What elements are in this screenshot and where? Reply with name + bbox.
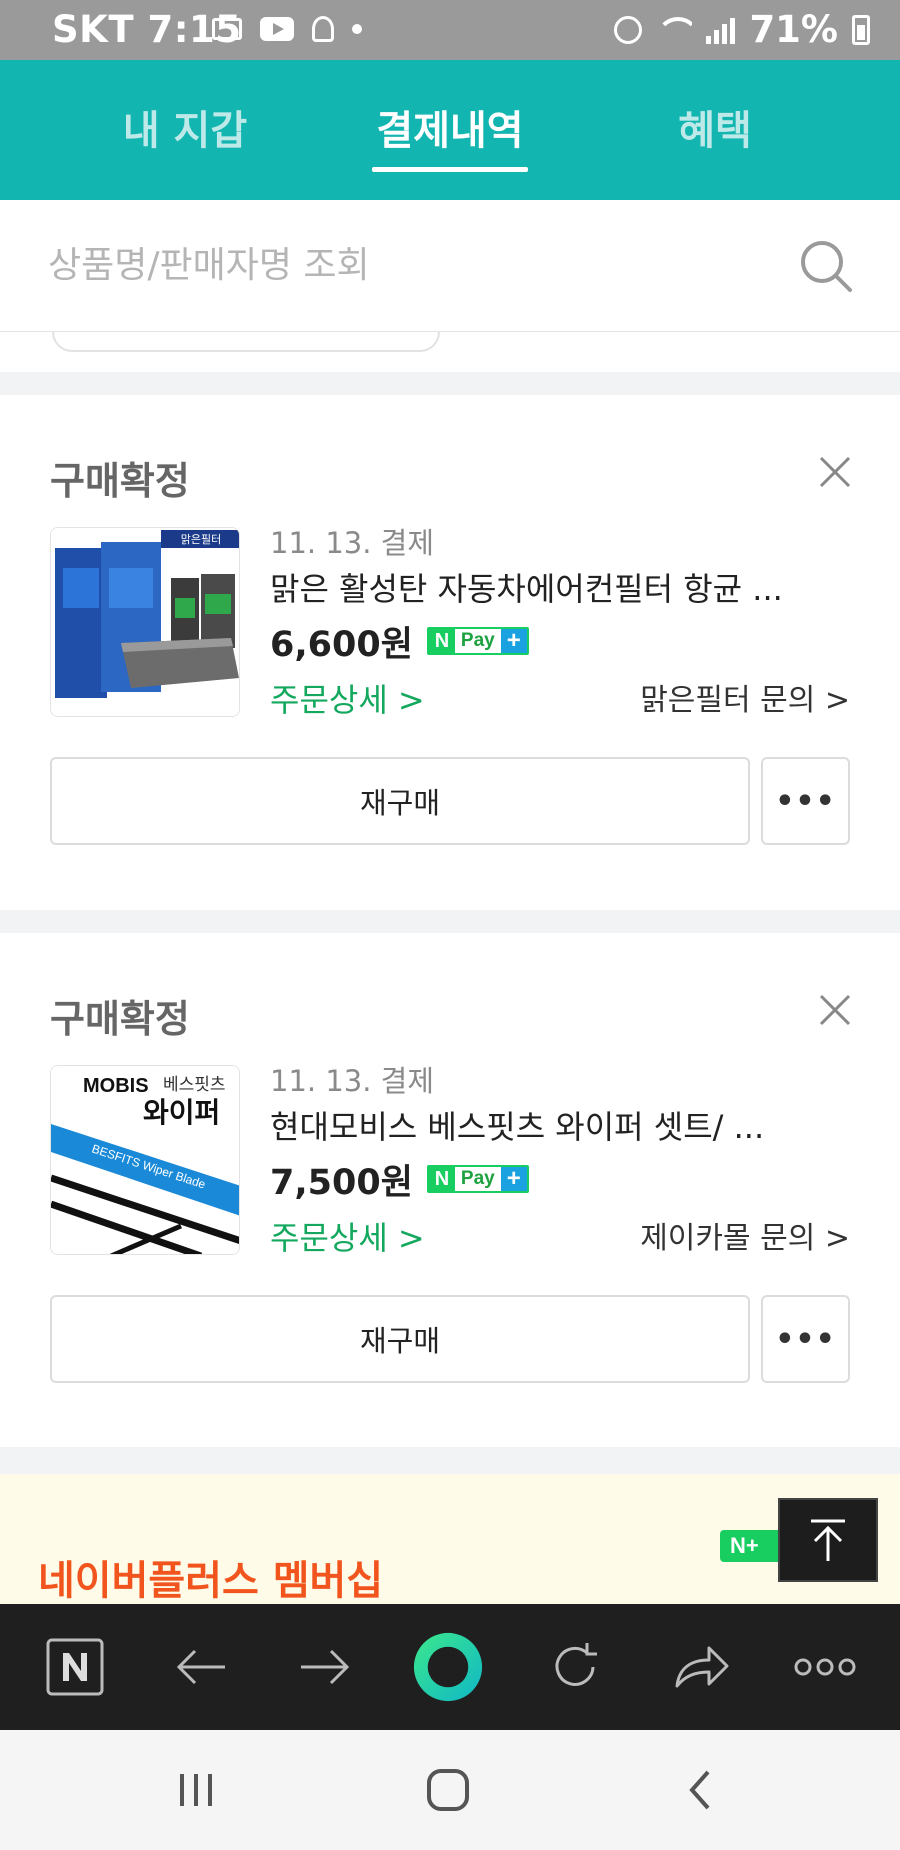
order-info: 11. 13. 결제 현대모비스 베스핏츠 와이퍼 셋트/ ... 7,500원… (270, 1061, 850, 1261)
arrow-up-icon (811, 1519, 845, 1561)
close-icon[interactable] (818, 455, 852, 489)
tab-my-wallet[interactable]: 내 지갑 (115, 98, 255, 156)
thumb-sub-text: 베스핏츠 (163, 1075, 226, 1095)
mail-icon (212, 18, 242, 40)
order-detail-link[interactable]: 주문상세 > (270, 1213, 425, 1259)
more-options-button[interactable]: ••• (761, 757, 850, 845)
alarm-icon (614, 15, 643, 44)
membership-banner[interactable]: 네이버플러스 멤버십 N+ (0, 1474, 900, 1604)
system-status: 71% (614, 8, 870, 51)
signal-icon (706, 16, 736, 44)
seller-inquiry-link[interactable]: 제이카몰 문의 > (640, 1213, 850, 1257)
order-status: 구매확정 (50, 459, 190, 503)
dot-icon (352, 24, 362, 34)
search-bar (0, 200, 900, 332)
order-detail-link[interactable]: 주문상세 > (270, 675, 425, 721)
npay-pay-label: Pay (460, 630, 495, 651)
payment-date: 11. 13. 결제 (270, 526, 435, 560)
top-tab-bar: 내 지갑 결제내역 혜택 (0, 60, 900, 200)
refresh-icon[interactable] (540, 1632, 610, 1702)
battery-percent: 71% (749, 8, 838, 51)
thumb-title-text: 와이퍼 (143, 1096, 220, 1129)
banner-title: 네이버플러스 멤버십 (38, 1558, 384, 1604)
product-thumbnail[interactable]: MOBIS 베스핏츠 와이퍼 BESFITS Wiper Blade (50, 1065, 240, 1255)
price-row: 7,500원 N Pay + (270, 1153, 850, 1205)
close-icon[interactable] (818, 993, 852, 1027)
order-links: 주문상세 > 제이카몰 문의 > (270, 1205, 850, 1261)
npay-n-icon: N (428, 629, 455, 653)
battery-icon (852, 14, 870, 45)
more-dots-icon[interactable] (790, 1632, 860, 1702)
youtube-icon (260, 17, 294, 41)
npay-pay-label: Pay (460, 1168, 495, 1189)
npay-plus-badge: N Pay + (426, 1165, 529, 1193)
carrier-label: SKT (52, 8, 135, 51)
scroll-to-top-button[interactable] (778, 1498, 878, 1582)
figure-icon (312, 16, 334, 42)
active-tab-indicator (372, 167, 528, 172)
payment-date: 11. 13. 결제 (270, 1064, 435, 1098)
order-info: 11. 13. 결제 맑은 활성탄 자동차에어컨필터 항균 ... 6,600원… (270, 523, 850, 723)
home-icon[interactable] (418, 1760, 478, 1820)
thumb-brand-text: MOBIS (83, 1075, 149, 1097)
naver-home-icon[interactable] (40, 1632, 110, 1702)
order-status: 구매확정 (50, 997, 190, 1041)
filter-pill[interactable] (52, 332, 440, 352)
share-icon[interactable] (666, 1632, 736, 1702)
price-row: 6,600원 N Pay + (270, 615, 850, 667)
npay-plus-icon: + (500, 629, 527, 653)
order-card: 구매확정 맑은필터 11. 13. 결제 맑은 활성탄 자동차에어컨필터 항균 … (0, 395, 900, 910)
filter-product-image: 맑은필터 (51, 528, 239, 716)
system-navigation-bar (0, 1730, 900, 1850)
tab-benefits[interactable]: 혜택 (665, 98, 765, 156)
forward-arrow-icon[interactable] (290, 1632, 360, 1702)
npay-plus-badge: N Pay + (426, 627, 529, 655)
product-price: 7,500원 (270, 1162, 413, 1203)
search-icon[interactable] (798, 238, 854, 294)
product-title[interactable]: 맑은 활성탄 자동차에어컨필터 항균 ... (270, 563, 850, 615)
product-price: 6,600원 (270, 624, 413, 665)
order-links: 주문상세 > 맑은필터 문의 > (270, 667, 850, 723)
seller-inquiry-link[interactable]: 맑은필터 문의 > (640, 675, 850, 719)
order-card: 구매확정 MOBIS 베스핏츠 와이퍼 BESFITS Wiper Blade … (0, 933, 900, 1447)
recents-icon[interactable] (166, 1760, 226, 1820)
more-options-button[interactable]: ••• (761, 1295, 850, 1383)
rebuy-button[interactable]: 재구매 (50, 757, 750, 845)
product-thumbnail[interactable]: 맑은필터 (50, 527, 240, 717)
back-icon[interactable] (670, 1760, 730, 1820)
wiper-product-image: MOBIS 베스핏츠 와이퍼 BESFITS Wiper Blade (51, 1066, 239, 1254)
wifi-icon (656, 15, 693, 45)
green-dot-icon[interactable] (413, 1632, 483, 1702)
search-input[interactable] (48, 238, 768, 292)
thumb-brand-text: 맑은필터 (181, 533, 221, 546)
npay-n-icon: N (428, 1167, 455, 1191)
notification-icons (212, 16, 362, 42)
product-title[interactable]: 현대모비스 베스핏츠 와이퍼 셋트/ ... (270, 1101, 850, 1153)
status-bar: SKT 7:15 71% (0, 0, 900, 60)
browser-toolbar (0, 1604, 900, 1730)
tab-payment-history[interactable]: 결제내역 (360, 98, 540, 156)
back-arrow-icon[interactable] (166, 1632, 236, 1702)
rebuy-button[interactable]: 재구매 (50, 1295, 750, 1383)
npay-plus-icon: + (500, 1167, 527, 1191)
